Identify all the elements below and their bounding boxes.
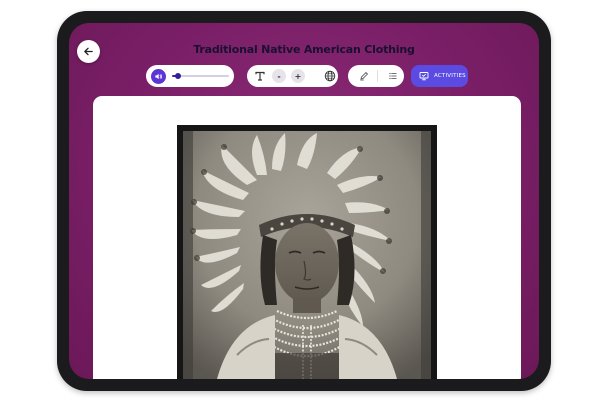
list-button[interactable] [387, 70, 399, 82]
decrease-font-button[interactable]: - [272, 69, 286, 83]
tool-divider [377, 70, 378, 82]
page-title: Traditional Native American Clothing [193, 43, 415, 56]
monitor-icon [419, 72, 429, 81]
tools-control [348, 65, 404, 87]
speaker-icon [155, 73, 163, 79]
content-panel [93, 96, 521, 379]
portrait-photo [177, 125, 437, 379]
globe-icon [324, 70, 336, 82]
audio-control [146, 65, 234, 87]
pen-icon [360, 72, 368, 81]
activities-button[interactable]: ACTIVITIES [411, 65, 468, 87]
portrait-image [177, 125, 437, 379]
text-size-icon[interactable] [253, 69, 267, 83]
language-button[interactable] [323, 69, 337, 83]
tablet-frame: Traditional Native American Clothing - +… [57, 11, 551, 391]
volume-button[interactable] [151, 68, 166, 84]
volume-slider-thumb[interactable] [174, 73, 181, 79]
list-icon [389, 72, 397, 80]
highlight-button[interactable] [358, 70, 370, 82]
volume-slider[interactable] [172, 73, 229, 79]
text-controls: - + [247, 65, 338, 87]
increase-font-button[interactable]: + [291, 69, 305, 83]
activities-label: ACTIVITIES [434, 73, 466, 79]
app-screen: Traditional Native American Clothing - +… [69, 23, 539, 379]
